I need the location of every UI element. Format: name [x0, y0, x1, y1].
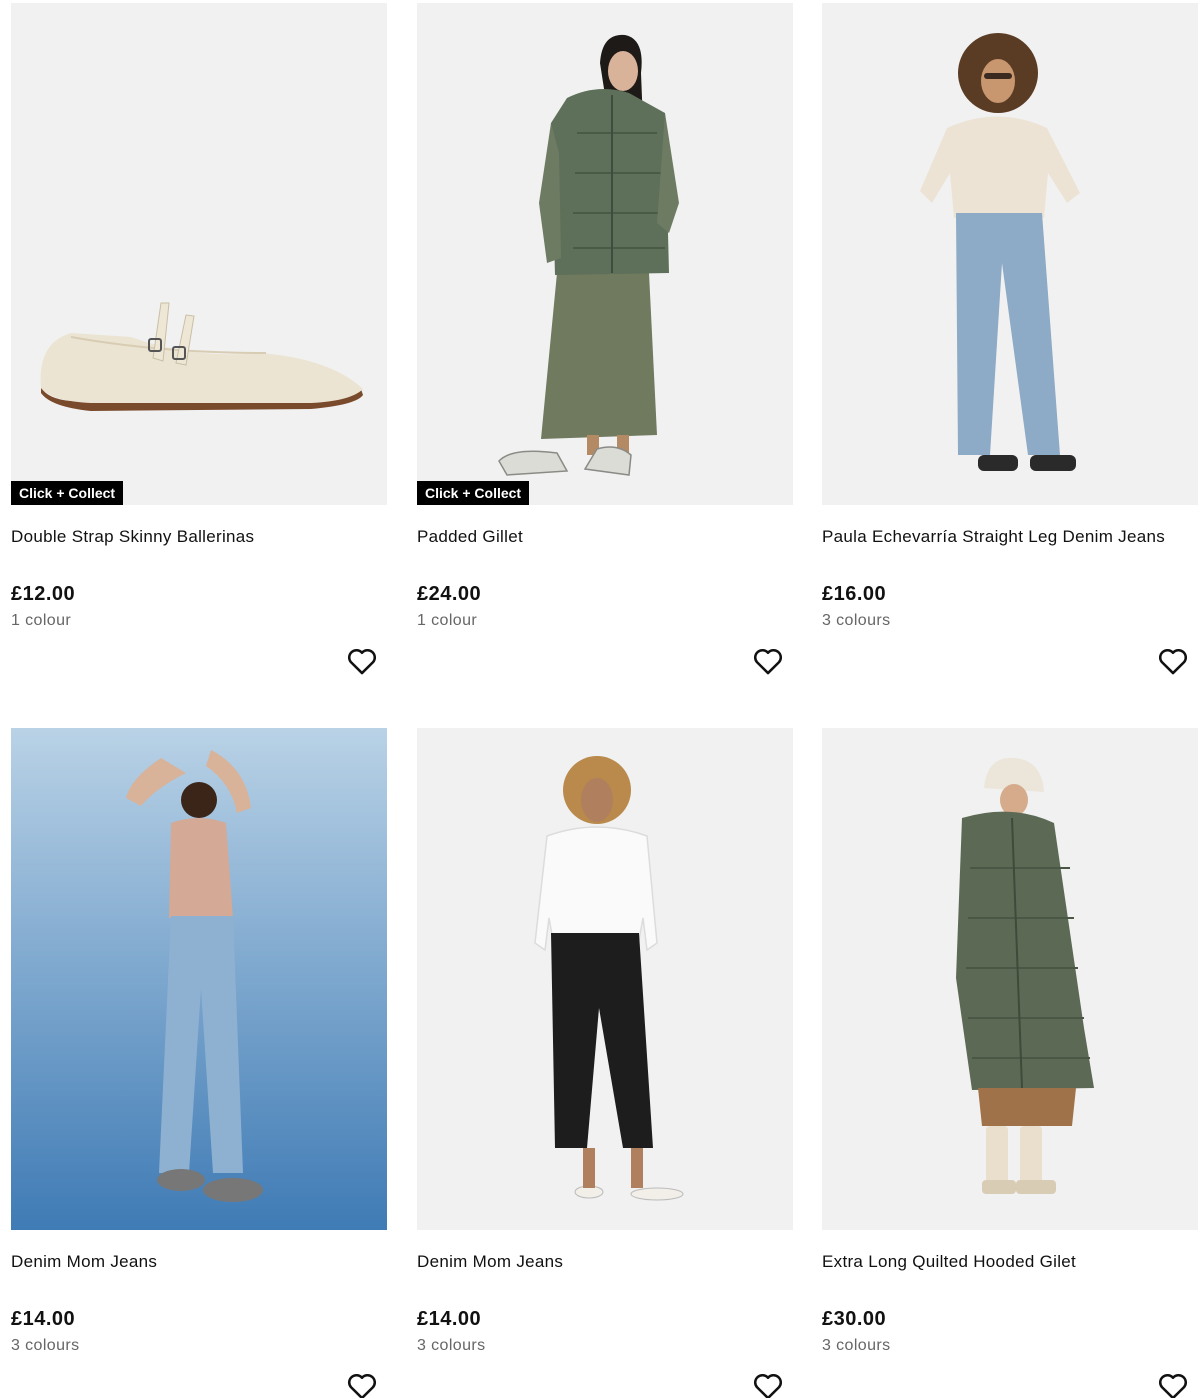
product-card[interactable]: Click + Collect Double Strap Skinny Ball… — [11, 3, 387, 703]
product-price: £30.00 — [822, 1308, 887, 1330]
product-card[interactable]: Denim Mom Jeans £14.00 3 colours — [417, 728, 793, 1398]
product-price: £24.00 — [417, 583, 482, 605]
product-card[interactable]: Paula Echevarría Straight Leg Denim Jean… — [822, 3, 1198, 703]
product-name[interactable]: Padded Gillet — [417, 527, 793, 547]
product-colours: 1 colour — [417, 612, 478, 629]
product-name[interactable]: Extra Long Quilted Hooded Gilet — [822, 1252, 1198, 1272]
product-image[interactable] — [11, 3, 387, 505]
product-card[interactable]: Click + Collect Padded Gillet £24.00 1 c… — [417, 3, 793, 703]
product-colours: 1 colour — [11, 612, 72, 629]
product-image[interactable] — [822, 728, 1198, 1230]
heart-outline-icon[interactable] — [751, 1369, 785, 1398]
product-image[interactable] — [417, 3, 793, 505]
product-name[interactable]: Double Strap Skinny Ballerinas — [11, 527, 387, 547]
heart-outline-icon[interactable] — [1156, 1369, 1190, 1398]
product-colours: 3 colours — [11, 1337, 80, 1354]
product-image[interactable] — [417, 728, 793, 1230]
product-grid: Click + Collect Double Strap Skinny Ball… — [0, 0, 1200, 1398]
product-price: £14.00 — [417, 1308, 482, 1330]
product-image[interactable] — [11, 728, 387, 1230]
product-name[interactable]: Denim Mom Jeans — [417, 1252, 793, 1272]
heart-outline-icon[interactable] — [345, 1369, 379, 1398]
product-card[interactable]: Denim Mom Jeans £14.00 3 colours — [11, 728, 387, 1398]
heart-outline-icon[interactable] — [751, 644, 785, 678]
product-name[interactable]: Paula Echevarría Straight Leg Denim Jean… — [822, 527, 1198, 547]
product-price: £12.00 — [11, 583, 76, 605]
heart-outline-icon[interactable] — [1156, 644, 1190, 678]
product-card[interactable]: Extra Long Quilted Hooded Gilet £30.00 3… — [822, 728, 1198, 1398]
product-colours: 3 colours — [822, 1337, 891, 1354]
click-collect-badge: Click + Collect — [417, 481, 530, 505]
product-colours: 3 colours — [822, 612, 891, 629]
product-colours: 3 colours — [417, 1337, 486, 1354]
product-name[interactable]: Denim Mom Jeans — [11, 1252, 387, 1272]
click-collect-badge: Click + Collect — [11, 481, 124, 505]
product-price: £16.00 — [822, 583, 887, 605]
heart-outline-icon[interactable] — [345, 644, 379, 678]
product-image[interactable] — [822, 3, 1198, 505]
product-price: £14.00 — [11, 1308, 76, 1330]
